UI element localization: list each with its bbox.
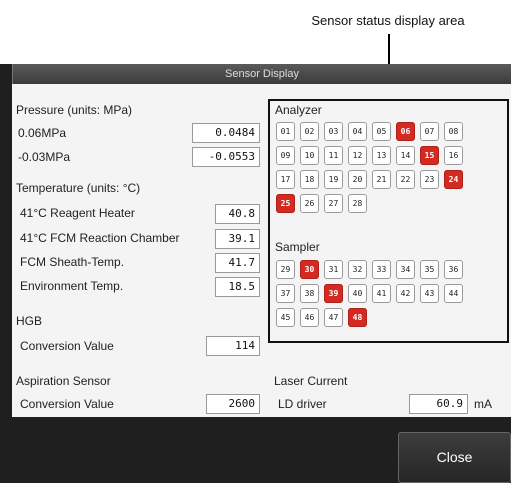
- analyzer-sensor-05: 05: [372, 122, 391, 141]
- sampler-sensor-29: 29: [276, 260, 295, 279]
- pressure-heading: Pressure (units: MPa): [16, 103, 133, 117]
- temp-label-4: Environment Temp.: [20, 279, 124, 293]
- sampler-sensor-32: 32: [348, 260, 367, 279]
- analyzer-sensor-16: 16: [444, 146, 463, 165]
- analyzer-sensor-19: 19: [324, 170, 343, 189]
- temp-label-3: FCM Sheath-Temp.: [20, 255, 125, 269]
- sampler-sensor-40: 40: [348, 284, 367, 303]
- analyzer-sensor-24: 24: [444, 170, 463, 189]
- content-panel: Pressure (units: MPa) 0.06MPa 0.0484 -0.…: [12, 84, 511, 417]
- aspiration-value: 2600: [206, 394, 260, 414]
- laser-label: LD driver: [278, 397, 327, 411]
- analyzer-sensor-22: 22: [396, 170, 415, 189]
- analyzer-sensor-09: 09: [276, 146, 295, 165]
- analyzer-sensor-17: 17: [276, 170, 295, 189]
- temp-value-1: 40.8: [215, 204, 260, 224]
- sampler-sensor-39: 39: [324, 284, 343, 303]
- analyzer-sensor-03: 03: [324, 122, 343, 141]
- analyzer-sensor-01: 01: [276, 122, 295, 141]
- temp-value-2: 39.1: [215, 229, 260, 249]
- dialog-title: Sensor Display: [12, 64, 511, 84]
- pressure-label-1: 0.06MPa: [18, 126, 67, 140]
- analyzer-sensor-15: 15: [420, 146, 439, 165]
- hgb-label: Conversion Value: [20, 339, 114, 353]
- sampler-sensor-35: 35: [420, 260, 439, 279]
- analyzer-sensor-27: 27: [324, 194, 343, 213]
- temp-value-3: 41.7: [215, 253, 260, 273]
- analyzer-heading: Analyzer: [275, 103, 322, 117]
- sampler-sensor-41: 41: [372, 284, 391, 303]
- analyzer-sensor-02: 02: [300, 122, 319, 141]
- analyzer-sensor-10: 10: [300, 146, 319, 165]
- pressure-value-1: 0.0484: [192, 123, 260, 143]
- sampler-sensor-42: 42: [396, 284, 415, 303]
- callout-label: Sensor status display area: [311, 13, 465, 28]
- sampler-sensor-48: 48: [348, 308, 367, 327]
- analyzer-sensor-23: 23: [420, 170, 439, 189]
- analyzer-sensor-04: 04: [348, 122, 367, 141]
- temp-label-2: 41°C FCM Reaction Chamber: [20, 231, 180, 245]
- analyzer-sensor-28: 28: [348, 194, 367, 213]
- laser-value: 60.9: [409, 394, 468, 414]
- analyzer-sensor-14: 14: [396, 146, 415, 165]
- analyzer-sensor-21: 21: [372, 170, 391, 189]
- temp-value-4: 18.5: [215, 277, 260, 297]
- analyzer-sensor-06: 06: [396, 122, 415, 141]
- analyzer-sensor-13: 13: [372, 146, 391, 165]
- sampler-sensor-47: 47: [324, 308, 343, 327]
- pressure-label-2: -0.03MPa: [18, 150, 71, 164]
- sensor-status-area: Analyzer 01 02 03 04 05 06 07 08 09 10 11 12 13 14 15 1…: [268, 99, 509, 343]
- sampler-sensor-44: 44: [444, 284, 463, 303]
- sampler-sensor-43: 43: [420, 284, 439, 303]
- sampler-sensor-38: 38: [300, 284, 319, 303]
- sampler-sensor-34: 34: [396, 260, 415, 279]
- temp-label-1: 41°C Reagent Heater: [20, 206, 135, 220]
- sampler-sensor-37: 37: [276, 284, 295, 303]
- analyzer-sensor-11: 11: [324, 146, 343, 165]
- laser-heading: Laser Current: [274, 374, 348, 388]
- analyzer-sensor-08: 08: [444, 122, 463, 141]
- temperature-heading: Temperature (units: °C): [16, 181, 141, 195]
- hgb-heading: HGB: [16, 314, 43, 328]
- sampler-heading: Sampler: [275, 240, 320, 254]
- analyzer-sensor-07: 07: [420, 122, 439, 141]
- aspiration-label: Conversion Value: [20, 397, 114, 411]
- analyzer-sensor-18: 18: [300, 170, 319, 189]
- sampler-sensor-30: 30: [300, 260, 319, 279]
- sampler-sensor-45: 45: [276, 308, 295, 327]
- aspiration-heading: Aspiration Sensor: [16, 374, 111, 388]
- pressure-value-2: -0.0553: [192, 147, 260, 167]
- sampler-sensor-46: 46: [300, 308, 319, 327]
- close-button[interactable]: Close: [398, 432, 511, 483]
- analyzer-sensor-12: 12: [348, 146, 367, 165]
- analyzer-sensor-25: 25: [276, 194, 295, 213]
- hgb-value: 114: [206, 336, 260, 356]
- sampler-sensor-31: 31: [324, 260, 343, 279]
- laser-unit: mA: [474, 397, 492, 411]
- analyzer-sensor-26: 26: [300, 194, 319, 213]
- analyzer-sensor-20: 20: [348, 170, 367, 189]
- sensor-display-dialog: Sensor Display Pressure (units: MPa) 0.0…: [0, 64, 511, 483]
- sampler-sensor-33: 33: [372, 260, 391, 279]
- sampler-sensor-36: 36: [444, 260, 463, 279]
